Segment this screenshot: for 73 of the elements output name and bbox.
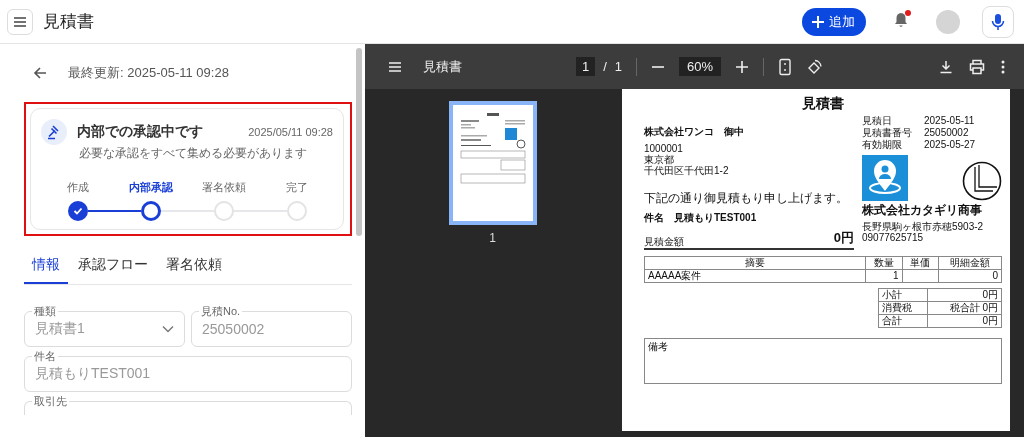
last-updated-text: 最終更新: 2025-05-11 09:28	[68, 64, 229, 82]
column-header: 単価	[902, 256, 939, 270]
zoom-field[interactable]: 60%	[679, 57, 722, 76]
page-count: 1	[614, 59, 623, 74]
tab[interactable]: 署名依頼	[158, 250, 230, 284]
table-cell: 1	[865, 269, 903, 283]
tab[interactable]: 承認フロー	[70, 250, 156, 284]
address-line: 千代田区千代田1-2	[644, 165, 730, 176]
column-header: 明細金額	[938, 256, 1002, 270]
meta-value: 2025-05-27	[924, 139, 976, 151]
subject-label: 件名	[644, 211, 664, 225]
download-icon[interactable]	[938, 58, 954, 75]
print-icon[interactable]	[968, 58, 986, 75]
amount-label: 見積金額	[644, 236, 684, 247]
meta-label: 見積日	[862, 115, 893, 127]
company-logo	[862, 155, 908, 201]
total-label: 合計	[878, 314, 928, 328]
page-number-label: 1	[489, 231, 496, 245]
address-line: 東京都	[644, 154, 675, 165]
remarks-label: 備考	[648, 341, 668, 352]
field-label: 取引先	[32, 395, 69, 407]
tab[interactable]: 情報	[24, 250, 68, 284]
back-arrow-icon[interactable]	[32, 65, 48, 81]
step-label: 完了	[285, 180, 308, 195]
field-label: 件名	[32, 350, 58, 362]
total-value: 0円	[927, 314, 1002, 328]
step-label: 署名依頼	[201, 180, 246, 195]
more-options-icon[interactable]	[1000, 58, 1006, 75]
total-label: 小計	[878, 288, 928, 302]
status-description: 必要な承認をすべて集める必要があります	[79, 145, 308, 162]
step-label: 作成	[66, 180, 89, 195]
column-header: 摘要	[644, 256, 866, 270]
document-title: 見積書	[423, 57, 462, 76]
plus-icon	[811, 14, 825, 29]
column-header: 数量	[865, 256, 903, 270]
scrollbar[interactable]	[356, 48, 362, 236]
address-line: 1000001	[644, 143, 684, 154]
page-thumbnail[interactable]	[448, 101, 537, 225]
issuer-name: 株式会社カタギリ商事	[862, 202, 983, 219]
chevron-down-icon	[162, 325, 174, 333]
add-button[interactable]: 追加	[802, 7, 866, 36]
meta-label: 有効期限	[862, 139, 903, 151]
meta-label: 見積書番号	[862, 127, 913, 139]
issuer-contact: 09077625715	[862, 232, 925, 243]
total-label: 消費税	[878, 301, 928, 315]
field-label: 種類	[32, 305, 58, 317]
status-timestamp: 2025/05/11 09:28	[248, 126, 333, 138]
bell-icon	[892, 11, 910, 29]
fit-page-icon[interactable]	[778, 57, 793, 76]
status-title: 内部での承認中です	[77, 123, 203, 141]
total-value: 税合計 0円	[927, 301, 1002, 315]
recipient-name: 株式会社ワンコ 御中	[644, 125, 745, 139]
page-number-field[interactable]: 1	[575, 57, 596, 76]
amount-value: 0円	[833, 229, 854, 247]
total-value: 0円	[927, 288, 1002, 302]
microphone-icon	[991, 12, 1005, 31]
page-title: 見積書	[43, 11, 94, 33]
intro-text: 下記の通り御見積もり申し上げます。	[644, 190, 849, 207]
meta-value: 2025-05-11	[924, 115, 975, 127]
gavel-icon	[41, 119, 67, 145]
page-separator: /	[603, 59, 607, 74]
microphone-button[interactable]	[982, 5, 1014, 38]
table-cell: AAAAA案件	[644, 269, 866, 283]
document-heading: 見積書	[801, 95, 845, 113]
menu-button[interactable]	[7, 8, 33, 35]
field-label: 見積No.	[199, 305, 243, 317]
table-cell: 0	[938, 269, 1002, 283]
subject-text: 見積もりTEST001	[674, 211, 757, 225]
step-label: 内部承認	[128, 180, 173, 195]
seal-stamp	[962, 161, 1002, 201]
zoom-in-icon[interactable]	[735, 59, 750, 74]
issuer-contact: 長野県駒ヶ根市赤穂5903-2	[862, 221, 985, 232]
meta-value: 25050002	[924, 127, 969, 139]
